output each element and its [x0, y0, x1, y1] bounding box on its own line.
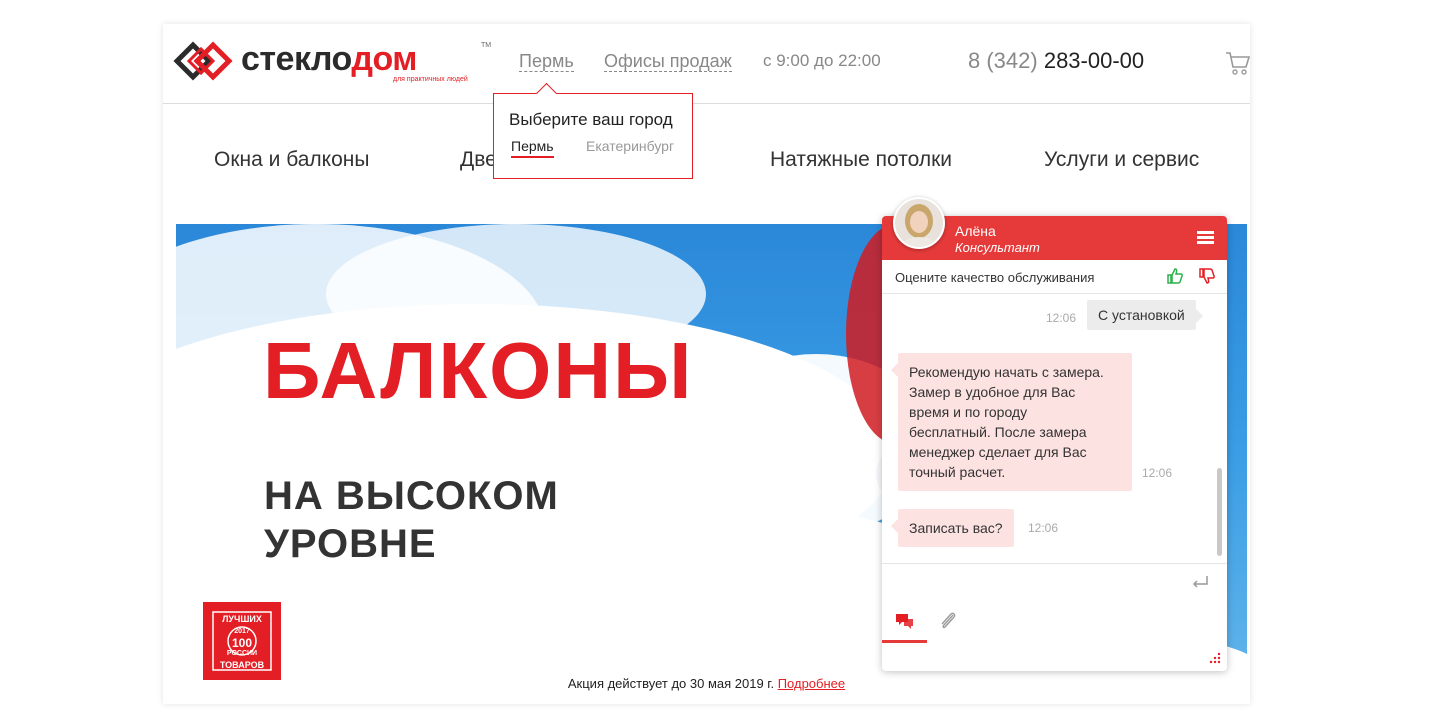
chat-widget: Алёна Консультант Оцените качество обслу… [882, 216, 1227, 671]
logo[interactable]: стеклодом TM для практичных людей [171, 36, 491, 86]
banner-subtitle-line1: НА ВЫСОКОМ [264, 474, 559, 518]
tab-attachment[interactable] [927, 603, 972, 643]
logo-wordmark: стеклодом [241, 40, 417, 78]
chat-bubbles-icon [896, 614, 913, 629]
thumbs-down-icon[interactable] [1198, 267, 1216, 285]
nav-doors[interactable]: Две [460, 148, 497, 172]
agent-avatar [893, 197, 945, 249]
rating-prompt: Оцените качество обслуживания [895, 270, 1095, 285]
award-year: 2017 [234, 628, 250, 635]
award-text-bottom: ТОВАРОВ [219, 660, 265, 670]
thumbs-up-icon[interactable] [1166, 267, 1184, 285]
sales-offices-link[interactable]: Офисы продаж [604, 51, 732, 72]
agent-message-line: бесплатный. После замера [909, 424, 1087, 440]
agent-message: Рекомендую начать с замера. Замер в удоб… [891, 353, 1132, 491]
message-time: 12:06 [1142, 466, 1173, 480]
logo-slogan: для практичных людей [393, 76, 468, 83]
logo-diamond-icon [173, 41, 233, 81]
banner-subtitle-line2: УРОВНЕ [264, 522, 437, 566]
agent-message-line: Рекомендую начать с замера. [909, 364, 1104, 380]
agent-role: Консультант [955, 240, 1040, 255]
agent-message: Записать вас? [891, 509, 1014, 547]
agent-message-line: Замер в удобное для Вас [909, 384, 1076, 400]
paperclip-icon [941, 612, 956, 629]
city-selector-link[interactable]: Пермь [519, 51, 574, 72]
tab-messages[interactable] [882, 603, 927, 643]
rating-bar: Оцените качество обслуживания [882, 260, 1227, 294]
promo-text: Акция действует до 30 мая 2019 г. [567, 676, 778, 691]
banner-subtitle: НА ВЫСОКОМ УРОВНЕ [264, 472, 559, 568]
message-list[interactable]: 12:06 С установкой Рекомендую начать с з… [882, 295, 1227, 563]
chat-menu-icon[interactable] [1197, 231, 1214, 245]
message-time: 12:06 [1028, 521, 1059, 535]
logo-trademark: TM [481, 42, 492, 49]
nav-stretch-ceilings[interactable]: Натяжные потолки [770, 148, 952, 172]
header: стеклодом TM для практичных людей Пермь … [163, 24, 1250, 104]
nav-windows-balconies[interactable]: Окна и балконы [214, 148, 369, 172]
city-option-ekaterinburg[interactable]: Екатеринбург [586, 138, 674, 154]
message-time: 12:06 [1046, 311, 1077, 325]
phone-number[interactable]: 8 (342) 283-00-00 [968, 48, 1144, 74]
promo-more-link[interactable]: Подробнее [778, 676, 845, 691]
chat-scrollbar[interactable] [1217, 468, 1222, 556]
enter-send-icon[interactable] [1190, 574, 1210, 590]
award-number: 100 [231, 636, 253, 650]
award-text-top: ЛУЧШИХ [222, 614, 262, 624]
award-badge: ЛУЧШИХ 2017 100 РОССИИ ТОВАРОВ [203, 602, 281, 680]
award-text-russia: РОССИИ [226, 650, 258, 657]
message-input[interactable] [882, 563, 1227, 603]
agent-message-line: менеджер сделает для Вас [909, 444, 1087, 460]
agent-name: Алёна [955, 223, 996, 239]
promo-notice: Акция действует до 30 мая 2019 г. Подроб… [163, 676, 1250, 691]
user-message: С установкой [1087, 300, 1203, 330]
city-option-perm[interactable]: Пермь [511, 138, 554, 158]
agent-message-line: точный расчет. [909, 464, 1006, 480]
resize-grip-icon[interactable] [1208, 651, 1222, 665]
nav-services[interactable]: Услуги и сервис [1044, 148, 1199, 172]
agent-message-line: время и по городу [909, 404, 1028, 420]
city-select-popup: Выберите ваш город Пермь Екатеринбург [493, 93, 693, 179]
banner-title: БАЛКОНЫ [263, 326, 694, 415]
working-hours: с 9:00 до 22:00 [763, 51, 881, 70]
city-popup-title: Выберите ваш город [509, 110, 673, 129]
cart-icon[interactable] [1225, 50, 1250, 76]
